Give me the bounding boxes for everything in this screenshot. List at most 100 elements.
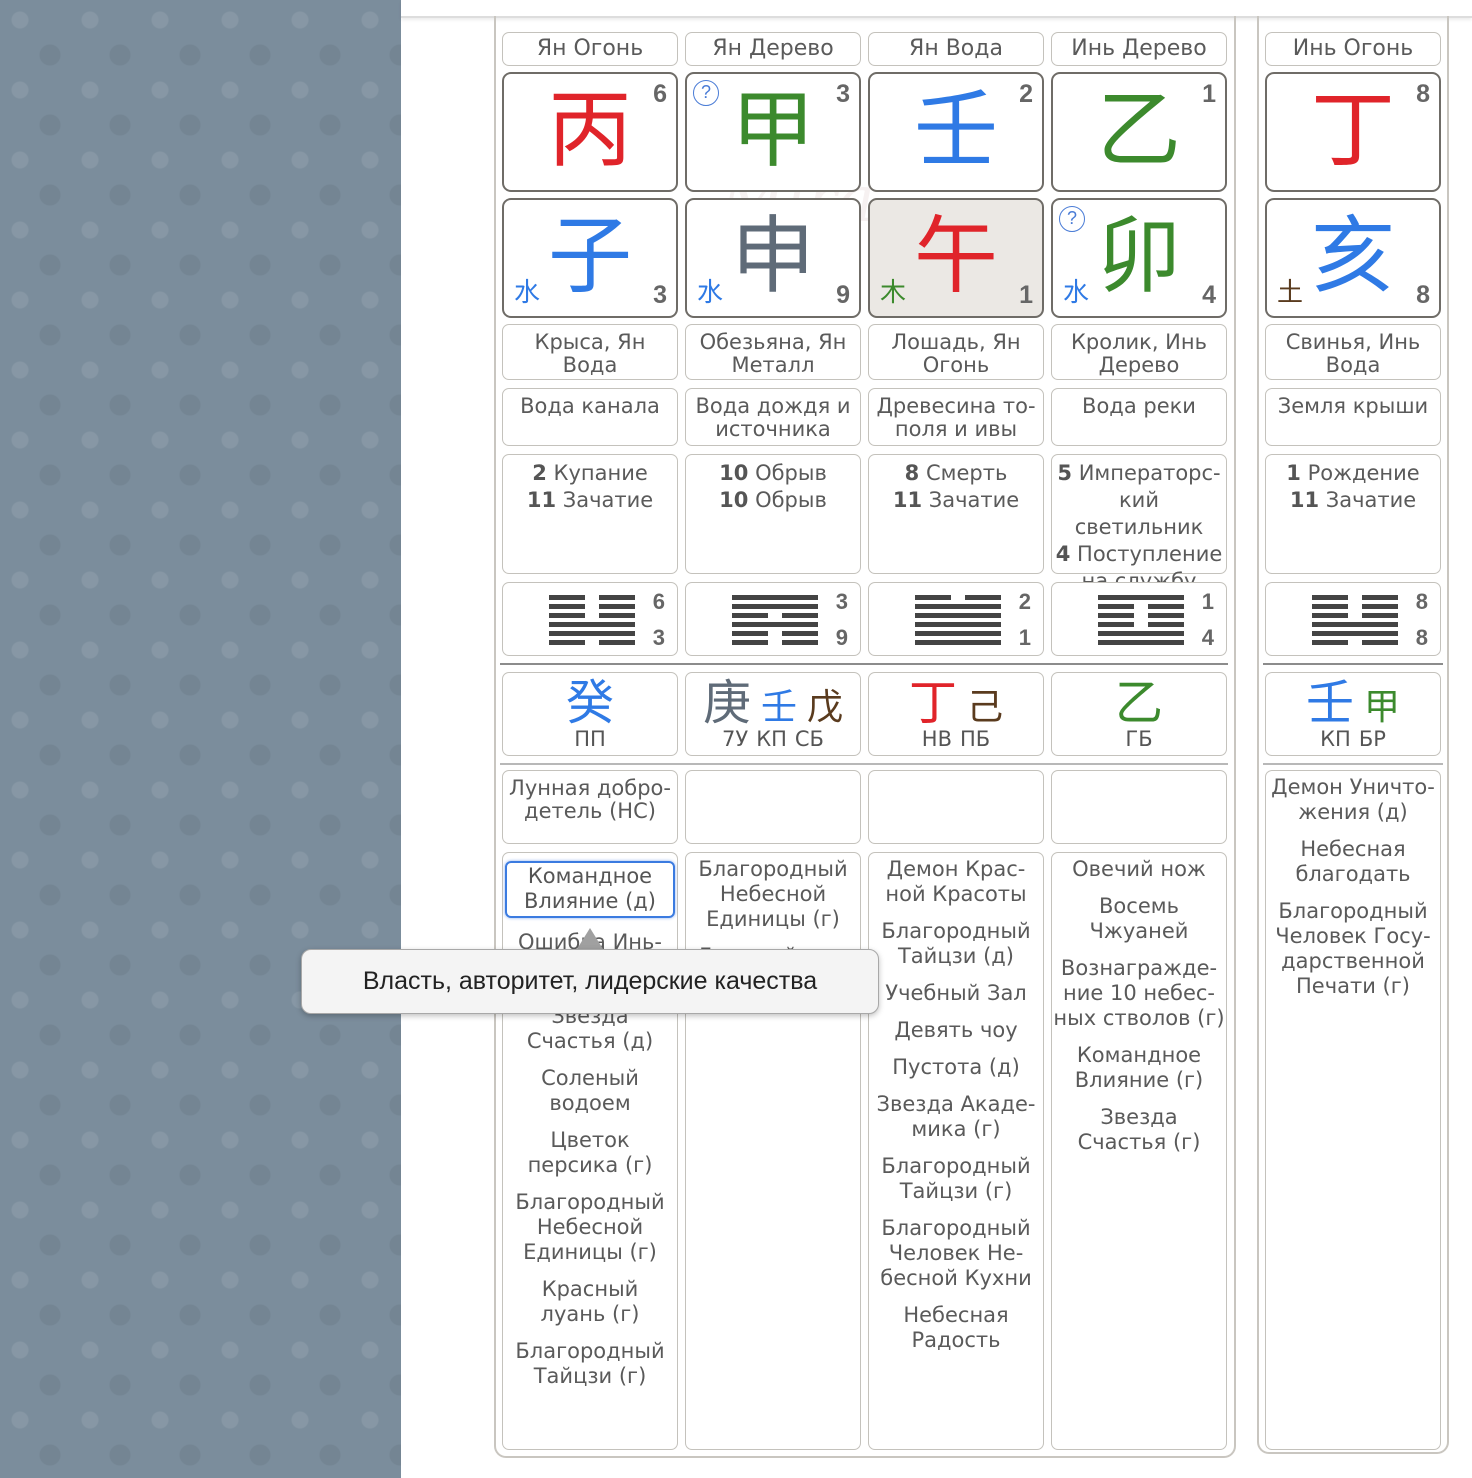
hexagram-line: [599, 595, 635, 600]
stars-list: БлагородныйНебеснойЕдиницы (г)Летящий но…: [685, 852, 861, 1450]
branch-element-glyph: 水: [697, 278, 724, 308]
nayin-label: Земля крыши: [1265, 388, 1441, 446]
hidden-stem-labels: 7У КП СБ: [686, 727, 860, 751]
nayin-line: поля и ивы: [894, 417, 1018, 441]
star-line: Человек Не-: [888, 1241, 1024, 1265]
star-item[interactable]: Цветок персика (г): [503, 1128, 677, 1178]
earthly-branch-cell[interactable]: 子水3: [502, 198, 678, 318]
hidden-stem-label: БР: [1358, 727, 1386, 751]
hexagram-bottom-number: 8: [1415, 625, 1428, 650]
hidden-stem-labels: НВ ПБ: [869, 727, 1043, 751]
star-item[interactable]: Девять чоу: [869, 1018, 1043, 1043]
star-line: Влияние (д): [524, 889, 656, 913]
star-item[interactable]: Звезда Акаде-мика (г): [869, 1092, 1043, 1142]
stage-text: Поступление: [1077, 542, 1223, 566]
star-item[interactable]: Соленый водоем: [503, 1066, 677, 1116]
star-item[interactable]: Учебный Зал: [869, 981, 1043, 1006]
star-item[interactable]: Звезда Счастья (г): [1052, 1105, 1226, 1155]
star-item[interactable]: Вознагражде-ние 10 небес-ных стволов (г): [1052, 956, 1226, 1031]
earthly-branch-cell[interactable]: 亥土8: [1265, 198, 1441, 318]
star-item[interactable]: Пустота (д): [869, 1055, 1043, 1080]
hidden-stem-glyph: 甲: [1364, 687, 1401, 728]
star-line: Благородный: [515, 1339, 665, 1363]
star-line: Пустота (д): [892, 1055, 1020, 1079]
stem-number: 6: [653, 80, 667, 108]
nayin-label: Древесина то-поля и ивы: [868, 388, 1044, 446]
stage-line: 10 Обрыв: [686, 487, 860, 514]
stem-number: 8: [1416, 80, 1430, 108]
star-item[interactable]: Благородный Человек Госу-дарственной Печат…: [1266, 899, 1440, 999]
hexagram-line: [549, 631, 635, 636]
stem-number: 2: [1019, 80, 1033, 108]
star-item[interactable]: Благородный Небесной Единицы (г): [686, 857, 860, 932]
hexagram-line: [1362, 640, 1398, 645]
hidden-stem-glyph: 丁: [908, 675, 957, 731]
star-item[interactable]: Благородный Небесной Единицы (г): [503, 1190, 677, 1265]
hexagram-cell: 39: [685, 582, 861, 656]
star-line: Единицы (г): [706, 907, 840, 931]
star-item[interactable]: Демон Уничто-жения (д): [1266, 775, 1440, 825]
hexagram-line: [1362, 595, 1398, 600]
hexagram-line: [1362, 613, 1398, 618]
hidden-stem-label: СБ: [794, 727, 824, 751]
star-line: Единицы (г): [523, 1240, 657, 1264]
heavenly-stem-cell[interactable]: 丙6: [502, 72, 678, 192]
star-item[interactable]: Демон Крас-ной Красоты: [869, 857, 1043, 907]
life-stages: 5 Императорс-кий светильник 4 Поступление…: [1051, 454, 1227, 593]
earthly-branch-cell[interactable]: 午木1: [868, 198, 1044, 318]
upper-star-cell: Лунная добро-детель (НС): [502, 770, 678, 844]
star-item[interactable]: Благородный Тайцзи (д): [869, 919, 1043, 969]
hexagram-cell: 88: [1265, 582, 1441, 656]
star-item[interactable]: Овечий нож: [1052, 857, 1226, 882]
hidden-stem-glyph: 乙: [1114, 675, 1163, 731]
star-item[interactable]: Небесная благодать: [1266, 837, 1440, 887]
earthly-branch-cell[interactable]: 申水9: [685, 198, 861, 318]
hidden-stem-glyphs: 丁己: [869, 679, 1043, 732]
upper-star-cell: [868, 770, 1044, 844]
star-item[interactable]: Командное Влияние (г): [1052, 1043, 1226, 1093]
heavenly-stem-cell[interactable]: 甲 3?: [685, 72, 861, 192]
star-item[interactable]: Красный луань (г): [503, 1277, 677, 1327]
hexagram-line: [1098, 622, 1134, 627]
star-item[interactable]: Небесная Радость: [869, 1303, 1043, 1353]
animal-line: Лошадь, Ян: [891, 330, 1021, 354]
hexagram-line: [915, 604, 1001, 609]
star-item[interactable]: Восемь Чжуаней: [1052, 894, 1226, 944]
hexagram-line: [1098, 631, 1184, 636]
star-item[interactable]: Благородный Тайцзи (г): [869, 1154, 1043, 1204]
heavenly-stem-cell[interactable]: 乙1: [1051, 72, 1227, 192]
branch-number: 8: [1416, 281, 1430, 309]
nayin-line: Древесина то-: [876, 394, 1036, 418]
upper-star-cell: [685, 770, 861, 844]
heavenly-stem-cell[interactable]: 壬2: [868, 72, 1044, 192]
star-item[interactable]: Командное Влияние (д): [505, 861, 675, 918]
star-line: ных стволов (г): [1053, 1006, 1225, 1030]
separator-line: [1263, 663, 1443, 665]
star-line: ние 10 небес-: [1062, 981, 1215, 1005]
animal-line: Вода: [562, 353, 618, 377]
star-item[interactable]: Благородный Человек Не-бесной Кухни: [869, 1216, 1043, 1291]
star-line: Командное: [527, 864, 653, 888]
hexagram-icon: [1098, 595, 1184, 645]
star-line: Звезда Акаде-: [876, 1092, 1036, 1116]
earthly-branch-cell[interactable]: 卯水 4?: [1051, 198, 1227, 318]
star-line: Командное: [1076, 1043, 1202, 1067]
hidden-stem-glyphs: 癸: [503, 679, 677, 729]
star-line: персика (г): [527, 1153, 653, 1177]
help-icon[interactable]: ?: [1059, 206, 1085, 232]
animal-line: Кролик, Инь: [1070, 330, 1207, 354]
animal-label: Крыса, Ян Вода: [502, 324, 678, 380]
upper-star-line: Лунная добро-: [509, 776, 671, 800]
star-line: Красный: [541, 1277, 639, 1301]
star-item[interactable]: Благородный Тайцзи (г): [503, 1339, 677, 1389]
star-line: Благородный: [515, 1190, 665, 1214]
star-line: Влияние (г): [1074, 1068, 1204, 1092]
star-line: луань (г): [540, 1302, 640, 1326]
heavenly-stem-cell[interactable]: 丁8: [1265, 72, 1441, 192]
star-line: мика (г): [911, 1117, 1001, 1141]
star-line: Тайцзи (г): [533, 1364, 647, 1388]
hexagram-line: [915, 613, 1001, 618]
tooltip: Власть, авторитет, лидерские качества: [301, 949, 879, 1014]
help-icon[interactable]: ?: [693, 80, 719, 106]
star-line: Восемь: [1099, 894, 1179, 918]
